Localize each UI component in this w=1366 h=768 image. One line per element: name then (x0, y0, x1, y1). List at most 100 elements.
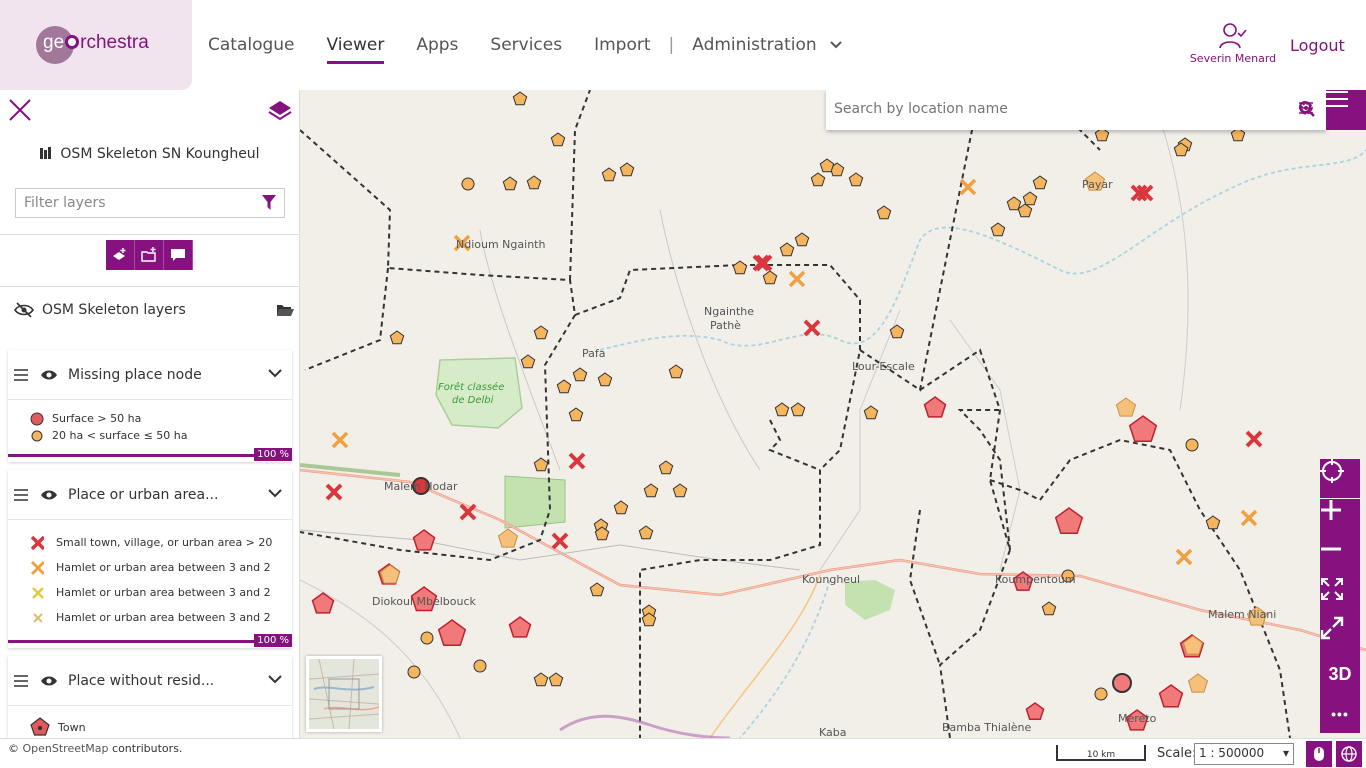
fullscreen-button[interactable] (1320, 616, 1360, 655)
more-options-button[interactable]: ••• (1320, 694, 1360, 733)
add-layer-button[interactable] (106, 240, 135, 270)
small-place-marker[interactable] (863, 405, 879, 420)
unknown-place-marker[interactable] (1094, 687, 1108, 701)
small-place-marker[interactable] (668, 364, 684, 379)
folder-open-icon[interactable] (276, 302, 294, 322)
town-marker[interactable] (1158, 684, 1184, 708)
small-place-marker[interactable] (762, 270, 778, 285)
nav-viewer[interactable]: Viewer (326, 35, 384, 64)
small-place-marker[interactable] (876, 205, 892, 220)
scale-select[interactable]: 1 : 500000 (1194, 743, 1294, 765)
hamlet-marker[interactable] (331, 431, 349, 449)
georchestra-logo[interactable]: ge rchestra (0, 0, 192, 90)
unknown-place-marker[interactable] (407, 665, 421, 679)
small-place-marker[interactable] (658, 460, 674, 475)
nav-services[interactable]: Services (490, 35, 562, 55)
town-marker[interactable] (1128, 415, 1158, 443)
user-menu[interactable]: Severin Menard (1188, 22, 1278, 65)
urban-area-marker[interactable] (568, 452, 586, 470)
small-place-marker[interactable] (550, 132, 566, 147)
osm-link[interactable]: OpenStreetMap (23, 742, 109, 755)
small-place-marker[interactable] (638, 525, 654, 540)
burger-menu-button[interactable] (1326, 90, 1366, 130)
unknown-town-marker[interactable] (1112, 673, 1132, 693)
opacity-slider[interactable]: 100 % (8, 448, 292, 462)
small-place-marker[interactable] (1205, 515, 1221, 530)
layer-header[interactable]: Place without resid... (8, 656, 292, 706)
filter-funnel-icon[interactable] (262, 195, 276, 215)
urban-area-marker[interactable] (551, 532, 569, 550)
small-place-marker[interactable] (790, 402, 806, 417)
small-place-marker[interactable] (613, 500, 629, 515)
small-place-marker[interactable] (526, 175, 542, 190)
small-place-marker[interactable] (533, 672, 549, 687)
small-place-marker[interactable] (589, 582, 605, 597)
markers-layer[interactable] (300, 90, 1366, 738)
drag-handle-icon[interactable] (14, 488, 28, 501)
small-place-marker[interactable] (1032, 175, 1048, 190)
map-view[interactable]: Ndioum Ngainth Ngainthe Pathè Pafa Lour-… (300, 90, 1366, 738)
nav-catalogue[interactable]: Catalogue (208, 35, 295, 55)
crs-button[interactable] (1336, 741, 1362, 767)
drag-handle-icon[interactable] (14, 674, 28, 687)
locate-button[interactable] (1320, 459, 1360, 498)
unknown-place-marker[interactable] (473, 659, 487, 673)
filter-layers-input[interactable]: Filter layers (15, 188, 285, 218)
3d-button[interactable]: 3D (1320, 655, 1360, 694)
add-group-button[interactable] (135, 240, 164, 270)
search-input[interactable] (826, 90, 1216, 128)
hamlet-marker[interactable] (1175, 548, 1193, 566)
small-place-marker[interactable] (502, 176, 518, 191)
small-place-marker[interactable] (512, 91, 528, 106)
zoom-out-button[interactable] (1320, 538, 1360, 577)
small-place-marker[interactable] (1022, 191, 1038, 206)
small-place-marker[interactable] (520, 354, 536, 369)
urban-area-marker[interactable] (1245, 430, 1263, 448)
small-place-marker[interactable] (548, 672, 564, 687)
small-place-marker[interactable] (643, 483, 659, 498)
zoom-to-extent-button[interactable] (1320, 577, 1360, 616)
eye-icon[interactable] (40, 368, 58, 382)
nav-apps[interactable]: Apps (416, 35, 458, 55)
small-place-marker[interactable] (597, 372, 613, 387)
small-place-marker[interactable] (1017, 203, 1033, 218)
small-place-marker[interactable] (619, 162, 635, 177)
layer-group-header[interactable]: OSM Skeleton layers (14, 302, 294, 318)
town-marker[interactable] (1054, 507, 1084, 535)
small-place-marker[interactable] (672, 483, 688, 498)
overview-minimap[interactable] (306, 656, 382, 732)
small-place-marker[interactable] (779, 242, 795, 257)
unknown-place-marker[interactable] (420, 631, 434, 645)
urban-area-marker[interactable] (803, 319, 821, 337)
nav-import[interactable]: Import (594, 35, 650, 55)
opacity-slider[interactable]: 100 % (8, 634, 292, 648)
nav-administration[interactable]: Administration (692, 35, 843, 55)
hamlet-marker[interactable] (788, 270, 806, 288)
urban-area-marker[interactable] (459, 503, 477, 521)
small-place-marker[interactable] (794, 232, 810, 247)
hamlet-marker[interactable] (1240, 509, 1258, 527)
town-marker[interactable] (412, 529, 436, 551)
eye-slash-icon[interactable] (14, 302, 34, 318)
layer-header[interactable]: Place or urban area... (8, 470, 292, 520)
unknown-place-marker[interactable] (461, 177, 475, 191)
small-place-marker[interactable] (848, 172, 864, 187)
town-marker[interactable] (1025, 702, 1045, 721)
small-place-marker[interactable] (572, 367, 588, 382)
village-marker[interactable] (1187, 673, 1209, 693)
chevron-down-icon[interactable] (268, 672, 282, 688)
chevron-down-icon[interactable] (268, 366, 282, 382)
small-place-marker[interactable] (990, 222, 1006, 237)
small-place-marker[interactable] (774, 402, 790, 417)
town-marker[interactable] (923, 396, 947, 418)
small-place-marker[interactable] (1006, 196, 1022, 211)
close-icon[interactable] (8, 98, 32, 122)
layers-stack-icon[interactable] (268, 98, 292, 126)
small-place-marker[interactable] (568, 407, 584, 422)
small-place-marker[interactable] (533, 457, 549, 472)
small-place-marker[interactable] (389, 330, 405, 345)
small-place-marker[interactable] (1041, 601, 1057, 616)
hamlet-marker[interactable] (959, 178, 977, 196)
chevron-down-icon[interactable] (268, 486, 282, 502)
small-place-marker[interactable] (556, 379, 572, 394)
